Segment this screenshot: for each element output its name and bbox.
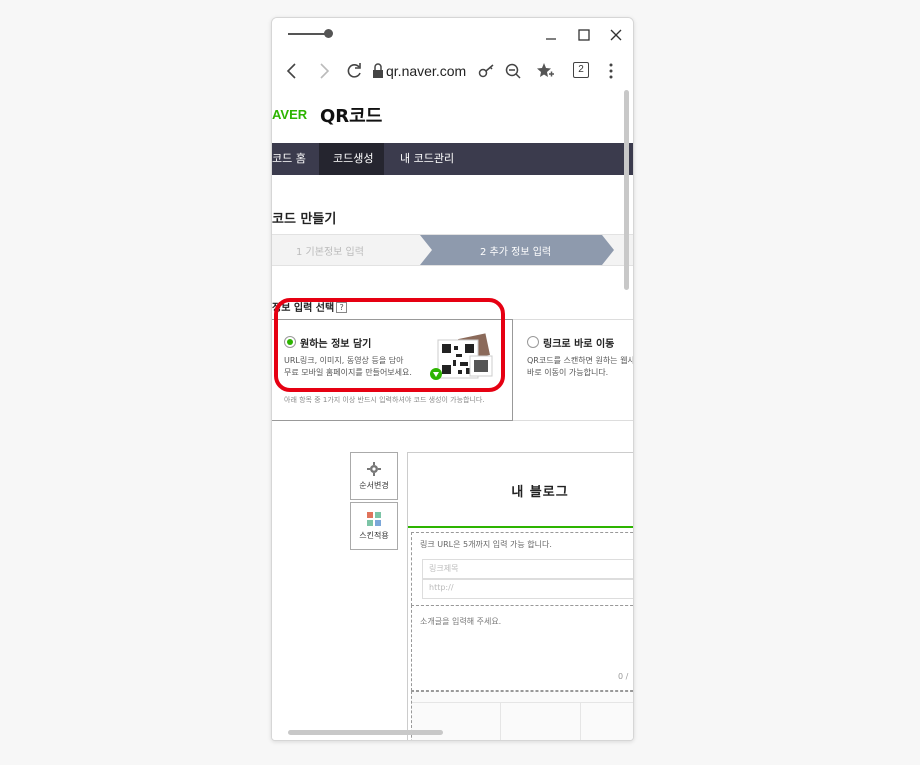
reorder-label: 순서변경: [359, 481, 389, 490]
intro-placeholder: 소개글을 입력해 주세요.: [420, 617, 502, 626]
step-2-label: 2 추가 정보 입력: [480, 247, 552, 258]
skin-apply-label: 스킨적용: [359, 531, 389, 540]
title-divider: [408, 526, 633, 528]
nav-item-my-codes[interactable]: 내 코드관리: [400, 143, 454, 175]
blog-title[interactable]: 내 블로그: [408, 481, 633, 500]
link-name-placeholder: 링크제목: [429, 564, 459, 573]
nav-item-code-home[interactable]: 코드 홈: [272, 143, 306, 175]
key-icon[interactable]: [476, 61, 496, 81]
service-title[interactable]: QR코드: [320, 102, 382, 128]
title-bar: [272, 18, 633, 52]
star-add-icon[interactable]: [535, 61, 555, 81]
link-name-input[interactable]: 링크제목: [422, 559, 633, 579]
skin-apply-button[interactable]: 스킨적용: [350, 502, 398, 550]
grid-line: [580, 702, 581, 740]
palette-icon: [367, 512, 381, 526]
close-icon[interactable]: [607, 26, 625, 44]
page-title: 코드 만들기: [272, 212, 337, 227]
maximize-icon[interactable]: [575, 26, 593, 44]
intro-section[interactable]: 소개글을 입력해 주세요. 0 /: [411, 605, 633, 691]
naver-logo[interactable]: AVER: [272, 107, 307, 122]
grid-line: [412, 702, 633, 703]
char-counter: 0 /: [618, 672, 629, 681]
link-section: 링크 URL은 5개까지 입력 가능 합니다. 링크제목 http://: [411, 532, 633, 606]
link-url-input[interactable]: http://: [422, 579, 633, 599]
minimize-icon[interactable]: [542, 26, 560, 44]
option-title: 링크로 바로 이동: [543, 339, 615, 350]
gear-icon: [367, 462, 381, 476]
image-grid[interactable]: [411, 691, 633, 740]
step-indicator: 1 기본정보 입력 2 추가 정보 입력: [272, 234, 633, 266]
mobile-page-editor: 내 블로그 링크 URL은 5개까지 입력 가능 합니다. 링크제목 http:…: [407, 452, 633, 740]
option-desc-2: 바로 이동이 가능합니다.: [527, 368, 609, 377]
link-url-placeholder: http://: [429, 583, 454, 592]
forward-arrow-icon[interactable]: [314, 61, 334, 81]
step-1-label: 1 기본정보 입력: [296, 247, 364, 258]
highlight-annotation: [274, 298, 505, 392]
option-card-direct-link[interactable]: 링크로 바로 이동 QR코드를 스캔하면 원하는 웹사 바로 이동이 가능합니다…: [513, 319, 633, 421]
vertical-scrollbar[interactable]: [624, 90, 629, 290]
lock-icon[interactable]: [372, 61, 384, 81]
address-bar[interactable]: qr.naver.com: [386, 61, 470, 81]
link-hint: 링크 URL은 5개까지 입력 가능 합니다.: [420, 540, 552, 549]
option-note: 아래 항목 중 1가지 이상 반드시 입력하셔야 코드 생성이 가능합니다.: [284, 396, 485, 404]
zoom-out-icon[interactable]: [504, 61, 524, 81]
grid-line: [500, 702, 501, 740]
window-slider-knob[interactable]: [324, 29, 333, 38]
web-page: AVER QR코드 코드 홈 코드생성 내 코드관리 코드 만들기 1 기본정보…: [272, 90, 633, 740]
radio-direct-link[interactable]: [527, 336, 539, 348]
reorder-button[interactable]: 순서변경: [350, 452, 398, 500]
reload-icon[interactable]: [344, 61, 364, 81]
tab-count-badge[interactable]: 2: [573, 62, 589, 78]
window-slider-track[interactable]: [288, 33, 328, 35]
horizontal-scrollbar[interactable]: [288, 730, 443, 735]
global-nav: 코드 홈 코드생성 내 코드관리: [272, 143, 633, 175]
browser-toolbar: qr.naver.com 2: [272, 52, 633, 90]
nav-item-create-code[interactable]: 코드생성: [333, 143, 373, 175]
back-arrow-icon[interactable]: [282, 61, 302, 81]
kebab-menu-icon[interactable]: [604, 61, 618, 81]
